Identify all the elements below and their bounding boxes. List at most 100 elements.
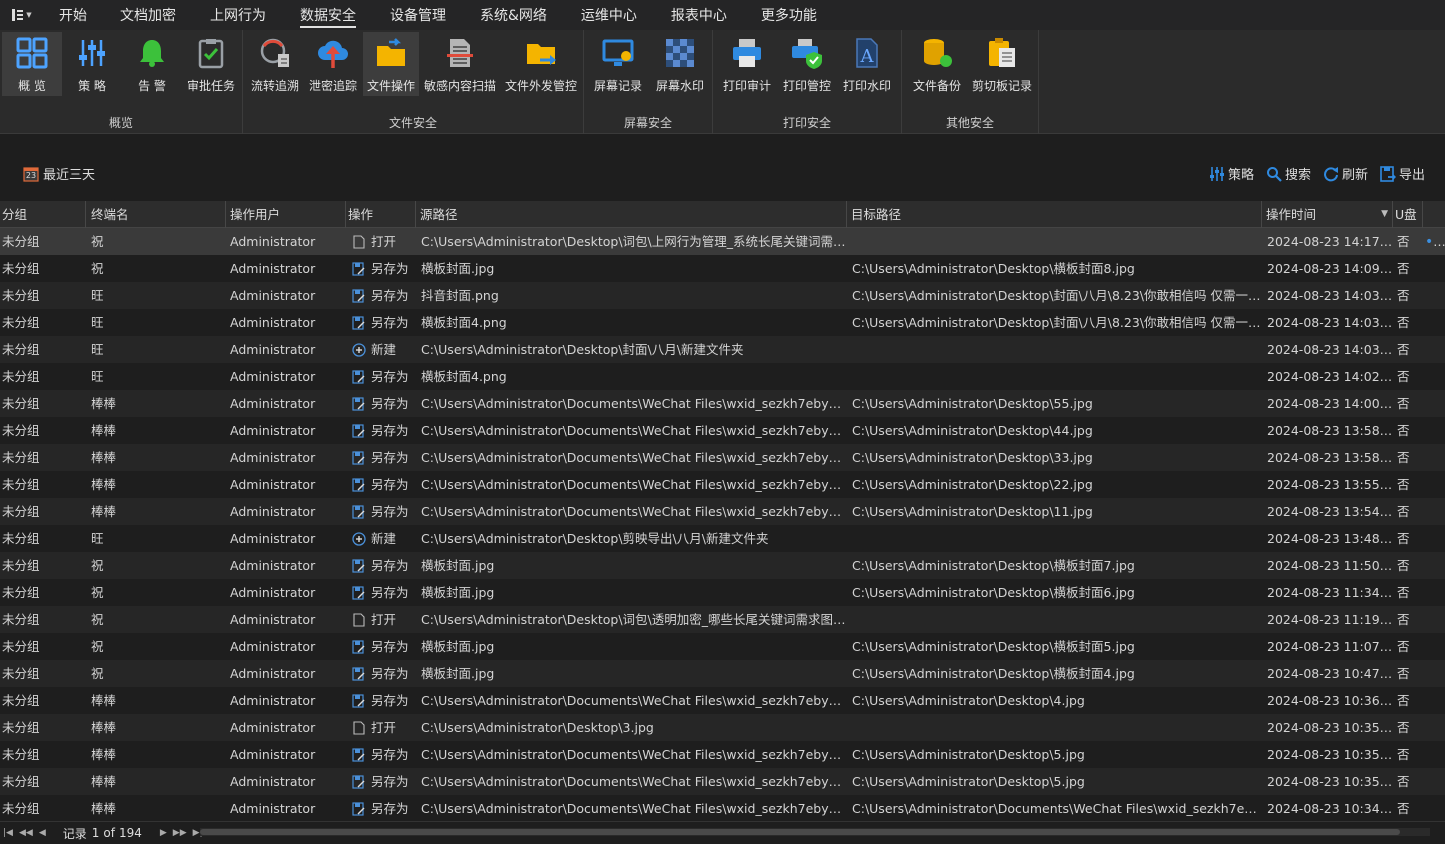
table-row[interactable]: 未分组 旺 Administrator 另存为 抖音封面.png C:\Users\Adm… — [0, 282, 1445, 309]
ribbon-button-print-control[interactable]: 打印管控 — [777, 32, 837, 96]
table-row[interactable]: 未分组 旺 Administrator 新建 C:\Users\Administrato… — [0, 336, 1445, 363]
ribbon-button-file-operation[interactable]: 文件操作 — [363, 32, 419, 96]
menu-tab-start[interactable]: 开始 — [59, 0, 87, 30]
operation-label: 打开 — [371, 612, 397, 627]
table-row[interactable]: 未分组 棒棒 Administrator 另存为 C:\Users\Administra… — [0, 390, 1445, 417]
ribbon-button-policy[interactable]: 策 略 — [64, 32, 120, 96]
cell-target-path: C:\Users\Administrator\Desktop\33.jpg — [852, 450, 1093, 465]
cell-usb: 否 — [1397, 504, 1410, 519]
column-header-operation-time[interactable]: 操作时间 ▼ — [1262, 201, 1393, 228]
cell-operation: 另存为 — [346, 363, 416, 390]
column-header-usb[interactable]: U盘 — [1393, 201, 1423, 228]
table-row[interactable]: 未分组 旺 Administrator 另存为 横板封面4.png 2024-08-23 … — [0, 363, 1445, 390]
column-header-operation[interactable]: 操作 — [346, 201, 416, 228]
table-row[interactable]: 未分组 祝 Administrator 另存为 横板封面.jpg C:\Users\Adm… — [0, 633, 1445, 660]
refresh-button[interactable]: 刷新 — [1323, 164, 1368, 183]
save-as-icon — [352, 315, 366, 330]
refresh-icon — [1324, 166, 1338, 181]
ribbon-button-screen-record[interactable]: 屏幕记录 — [588, 32, 648, 96]
column-header-source-path[interactable]: 源路径 — [416, 201, 847, 228]
table-row[interactable]: 未分组 棒棒 Administrator 另存为 C:\Users\Administra… — [0, 417, 1445, 444]
row-filler — [1423, 552, 1445, 579]
ribbon-button-overview[interactable]: 概 览 — [2, 32, 62, 96]
table-row[interactable]: 未分组 旺 Administrator 另存为 横板封面4.png C:\Users\Ad… — [0, 309, 1445, 336]
ribbon-button-alarm[interactable]: 告 警 — [122, 32, 182, 96]
table-row[interactable]: 未分组 祝 Administrator 另存为 横板封面.jpg C:\Users\Adm… — [0, 255, 1445, 282]
ribbon-button-file-backup[interactable]: 文件备份 — [906, 32, 968, 96]
table-row[interactable]: 未分组 棒棒 Administrator 另存为 C:\Users\Administra… — [0, 444, 1445, 471]
menu-tab-data-security[interactable]: 数据安全 — [300, 0, 356, 30]
ribbon-button-print-audit[interactable]: 打印审计 — [717, 32, 777, 96]
column-header-target-path[interactable]: 目标路径 — [847, 201, 1262, 228]
ribbon-button-label: 屏幕记录 — [593, 79, 642, 93]
app-menu-button[interactable]: ▼ — [0, 0, 44, 30]
menu-tab-doc-encrypt[interactable]: 文档加密 — [120, 0, 176, 30]
cell-user: Administrator — [230, 234, 316, 249]
table-row[interactable]: 未分组 祝 Administrator 打开 C:\Users\Administrato… — [0, 228, 1445, 255]
cell-user: Administrator — [230, 801, 316, 816]
ribbon-button-label: 文件备份 — [912, 79, 961, 93]
cell-group: 未分组 — [2, 531, 40, 546]
date-range-button[interactable]: 23 最近三天 — [23, 164, 95, 183]
ribbon-button-clipboard-record[interactable]: 剪切板记录 — [968, 32, 1036, 96]
table-row[interactable]: 未分组 棒棒 Administrator 另存为 C:\Users\Administra… — [0, 768, 1445, 795]
cell-group: 未分组 — [2, 450, 40, 465]
first-page-icon[interactable]: |◀ — [3, 828, 13, 838]
cell-operation: 另存为 — [346, 795, 416, 821]
cell-group: 未分组 — [2, 747, 40, 762]
menu-tab-more[interactable]: 更多功能 — [761, 0, 817, 30]
cell-target-path — [847, 606, 1262, 633]
cell-usb: 否 — [1397, 396, 1410, 411]
table-row[interactable]: 未分组 旺 Administrator 新建 C:\Users\Administrato… — [0, 525, 1445, 552]
horizontal-scrollbar[interactable] — [200, 828, 1430, 836]
menu-tab-device-mgmt[interactable]: 设备管理 — [390, 0, 446, 30]
menu-bar: ▼ 开始 文档加密 上网行为 数据安全 设备管理 系统&网络 运维中心 报表中心… — [0, 0, 1445, 30]
ribbon-button-approval[interactable]: 审批任务 — [182, 32, 240, 96]
ribbon-button-leak-track[interactable]: 泄密追踪 — [305, 32, 361, 96]
scrollbar-thumb[interactable] — [200, 829, 1400, 835]
menu-tab-ops-center[interactable]: 运维中心 — [581, 0, 637, 30]
policy-button[interactable]: 策略 — [1209, 164, 1254, 183]
ribbon-button-screen-watermark[interactable]: 屏幕水印 — [650, 32, 710, 96]
export-button[interactable]: 导出 — [1380, 164, 1425, 183]
menu-tab-web-behavior[interactable]: 上网行为 — [210, 0, 266, 30]
cell-group: 未分组 — [2, 774, 40, 789]
search-button[interactable]: 搜索 — [1266, 164, 1311, 183]
table-row[interactable]: 未分组 祝 Administrator 另存为 横板封面.jpg C:\Users\Adm… — [0, 552, 1445, 579]
column-header-terminal[interactable]: 终端名 — [86, 201, 226, 228]
cell-operation-time: 2024-08-23 13:48:04 — [1267, 531, 1393, 546]
ribbon-button-trace[interactable]: 流转追溯 — [247, 32, 303, 96]
menu-tab-report-center[interactable]: 报表中心 — [671, 0, 727, 30]
table-row[interactable]: 未分组 祝 Administrator 打开 C:\Users\Administrato… — [0, 606, 1445, 633]
table-row[interactable]: 未分组 棒棒 Administrator 另存为 C:\Users\Administra… — [0, 795, 1445, 821]
cell-operation: 打开 — [346, 606, 416, 633]
ribbon-button-outgoing-control[interactable]: 文件外发管控 — [501, 32, 581, 96]
prev-page-fast-icon[interactable]: ◀◀ — [19, 828, 33, 838]
column-header-group[interactable]: 分组 — [0, 201, 86, 228]
next-page-fast-icon[interactable]: ▶▶ — [173, 828, 187, 838]
operation-label: 另存为 — [371, 423, 409, 438]
menu-tab-system-network[interactable]: 系统&网络 — [480, 0, 547, 30]
table-row[interactable]: 未分组 棒棒 Administrator 另存为 C:\Users\Administra… — [0, 498, 1445, 525]
table-row[interactable]: 未分组 棒棒 Administrator 另存为 C:\Users\Administra… — [0, 687, 1445, 714]
cell-target-path: C:\Users\Administrator\Documents\WeChat … — [852, 801, 1262, 816]
cell-source-path: C:\Users\Administrator\Desktop\封面\八月\新建文… — [421, 342, 744, 357]
cell-terminal: 棒棒 — [91, 477, 117, 492]
cell-source-path: C:\Users\Administrator\Documents\WeChat … — [421, 774, 847, 789]
cell-operation: 另存为 — [346, 417, 416, 444]
ribbon-group-label: 其他安全 — [945, 116, 994, 130]
cell-target-path — [847, 525, 1262, 552]
table-row[interactable]: 未分组 棒棒 Administrator 另存为 C:\Users\Administra… — [0, 741, 1445, 768]
next-page-icon[interactable]: ▶ — [160, 828, 167, 838]
more-options-icon[interactable]: ••• — [1425, 234, 1445, 250]
ribbon-button-print-watermark[interactable]: A 打印水印 — [837, 32, 897, 96]
operation-label: 另存为 — [371, 450, 409, 465]
table-row[interactable]: 未分组 祝 Administrator 另存为 横板封面.jpg C:\Users\Adm… — [0, 579, 1445, 606]
table-row[interactable]: 未分组 棒棒 Administrator 另存为 C:\Users\Administra… — [0, 471, 1445, 498]
table-row[interactable]: 未分组 棒棒 Administrator 打开 C:\Users\Administrat… — [0, 714, 1445, 741]
cell-user: Administrator — [230, 342, 316, 357]
prev-page-icon[interactable]: ◀ — [39, 828, 46, 838]
column-header-user[interactable]: 操作用户 — [226, 201, 346, 228]
table-row[interactable]: 未分组 祝 Administrator 另存为 横板封面.jpg C:\Users\Adm… — [0, 660, 1445, 687]
ribbon-button-sensitive-scan[interactable]: 敏感内容扫描 — [421, 32, 499, 96]
